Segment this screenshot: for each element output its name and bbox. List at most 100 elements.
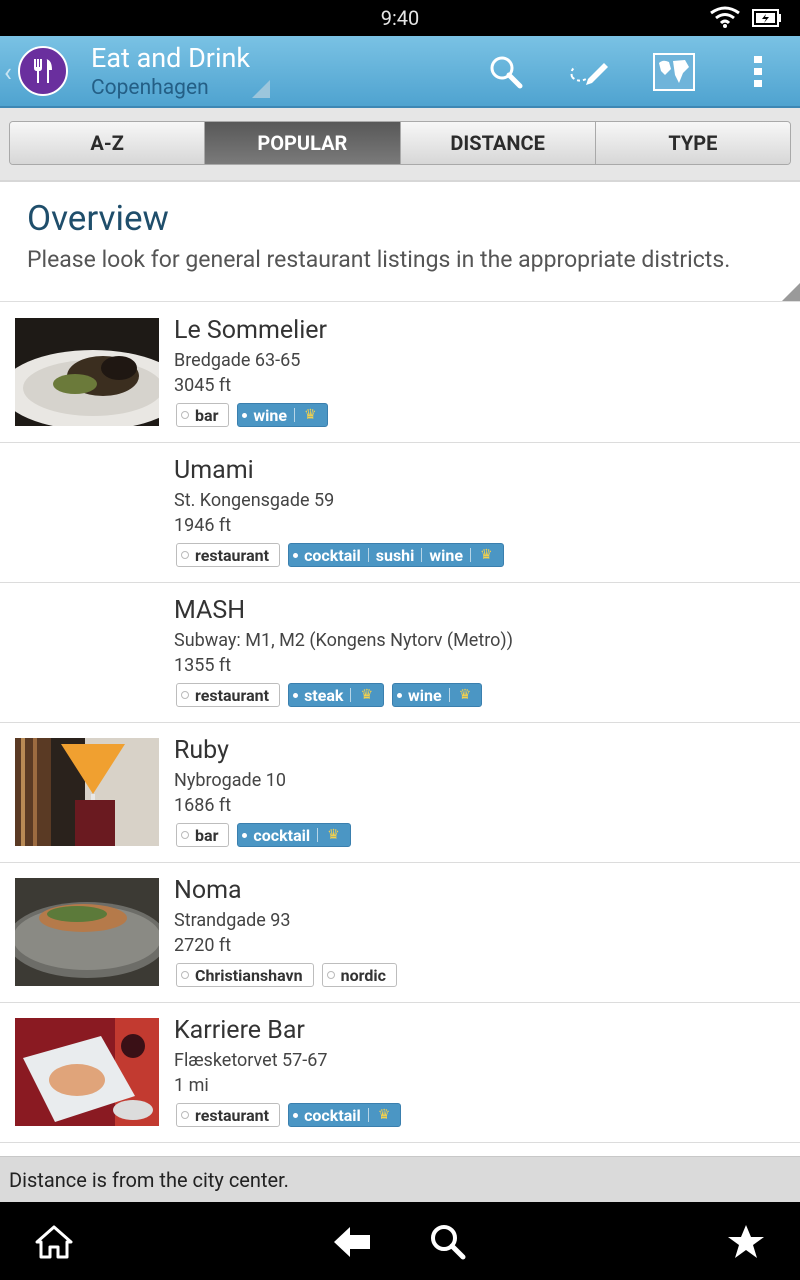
wifi-icon — [710, 6, 740, 32]
tab-distance[interactable]: DISTANCE — [400, 122, 596, 164]
listing-tags: restaurant steak ♛ wine ♛ — [176, 683, 483, 707]
listing-tags: restaurant cocktail ♛ — [176, 1103, 402, 1127]
restaurant-app-icon[interactable] — [18, 46, 68, 96]
tag-label: restaurant — [195, 545, 270, 565]
back-icon[interactable] — [330, 1220, 374, 1264]
tag-label: wine — [408, 685, 442, 705]
distance-note-text: Distance is from the city center. — [9, 1168, 289, 1192]
bottom-nav-bar — [0, 1202, 800, 1280]
crown-icon: ♛ — [458, 687, 472, 703]
page-title: Eat and Drink — [91, 42, 251, 74]
tag-label: restaurant — [195, 685, 270, 705]
search-icon[interactable] — [426, 1220, 470, 1264]
listing-photo — [15, 1018, 159, 1126]
tab-popular[interactable]: POPULAR — [205, 122, 401, 164]
listing-tags: Christianshavn nordic — [176, 963, 397, 987]
listing-name: Ruby — [174, 736, 229, 765]
overflow-menu-icon[interactable] — [736, 50, 780, 94]
listing-address: Subway: M1, M2 (Kongens Nytorv (Metro)) — [174, 630, 513, 651]
restaurant-list: Le Sommelier Bredgade 63-65 3045 ft bar … — [0, 303, 800, 1143]
tag-christianshavn: Christianshavn — [176, 963, 314, 987]
tab-a-z[interactable]: A-Z — [10, 122, 206, 164]
listing-distance: 1686 ft — [174, 795, 232, 816]
tag-wine: wine ♛ — [237, 403, 328, 427]
listing-name: MASH — [174, 596, 246, 625]
tab-type[interactable]: TYPE — [595, 122, 790, 164]
listing-distance: 3045 ft — [174, 375, 232, 396]
tag-label: restaurant — [195, 1105, 270, 1125]
listing-distance: 2720 ft — [174, 935, 232, 956]
up-caret-icon[interactable]: ‹ — [4, 58, 12, 88]
tag-label: wine — [429, 545, 463, 565]
tag-label: cocktail — [253, 825, 311, 845]
overview-text: Please look for general restaurant listi… — [27, 246, 731, 273]
tag-label: steak — [304, 685, 344, 705]
listing-distance: 1 mi — [174, 1075, 209, 1096]
battery-icon — [752, 9, 782, 31]
listing-address: Nybrogade 10 — [174, 770, 286, 791]
tag-label: cocktail — [304, 1105, 361, 1125]
tag-cocktail: cocktail ♛ — [288, 1103, 402, 1127]
tag-label: nordic — [340, 965, 386, 985]
location-spinner[interactable]: Copenhagen — [91, 76, 209, 100]
tag-label: wine — [253, 405, 288, 425]
crown-icon: ♛ — [377, 1107, 391, 1123]
crown-icon: ♛ — [360, 687, 374, 703]
expand-corner-icon — [782, 283, 800, 301]
listing-distance: 1355 ft — [174, 655, 232, 676]
crown-icon: ♛ — [479, 547, 493, 563]
status-time: 9:40 — [380, 6, 420, 30]
tag-bar: bar — [176, 823, 230, 847]
tag-steak: steak ♛ — [288, 683, 385, 707]
listing-address: St. Kongensgade 59 — [174, 490, 335, 511]
listing-tags: bar wine ♛ — [176, 403, 328, 427]
listing-name: Umami — [174, 456, 254, 485]
listing-address: Bredgade 63-65 — [174, 350, 301, 371]
status-bar: 9:40 — [0, 0, 800, 36]
edit-icon[interactable] — [568, 50, 612, 94]
listing-photo — [15, 318, 159, 426]
list-item[interactable]: Umami St. Kongensgade 59 1946 ft restaur… — [0, 443, 800, 583]
list-item[interactable]: Ruby Nybrogade 10 1686 ft bar cocktail ♛ — [0, 723, 800, 863]
spinner-arrow-icon[interactable] — [252, 80, 270, 98]
listing-name: Noma — [174, 876, 242, 905]
sort-tabs: A-Z POPULAR DISTANCE TYPE — [9, 121, 791, 165]
listing-photo — [15, 738, 159, 846]
tag-wine: wine ♛ — [392, 683, 483, 707]
listing-name: Karriere Bar — [174, 1016, 305, 1045]
listing-address: Flæsketorvet 57-67 — [174, 1050, 328, 1071]
search-icon[interactable] — [484, 50, 528, 94]
overview-section[interactable]: Overview Please look for general restaur… — [0, 180, 800, 302]
list-item[interactable]: Noma Strandgade 93 2720 ft Christianshav… — [0, 863, 800, 1003]
listing-tags: restaurant cocktail sushi wine ♛ — [176, 543, 504, 567]
sort-tabs-bar: A-Z POPULAR DISTANCE TYPE — [0, 108, 800, 180]
tag-label: sushi — [375, 545, 415, 565]
crown-icon: ♛ — [327, 827, 340, 843]
action-bar: ‹ Eat and Drink Copenhagen — [0, 36, 800, 108]
listing-photo — [15, 878, 159, 986]
listing-name: Le Sommelier — [174, 316, 328, 345]
overview-title: Overview — [27, 198, 169, 239]
list-item[interactable]: MASH Subway: M1, M2 (Kongens Nytorv (Met… — [0, 583, 800, 723]
favorites-star-icon[interactable] — [724, 1220, 768, 1264]
tag-label: bar — [195, 405, 219, 425]
crown-icon: ♛ — [304, 407, 317, 423]
tag-restaurant: restaurant — [176, 1103, 281, 1127]
tag-restaurant: restaurant — [176, 683, 281, 707]
tag-drinks: cocktail sushi wine ♛ — [288, 543, 504, 567]
listing-distance: 1946 ft — [174, 515, 232, 536]
listing-address: Strandgade 93 — [174, 910, 291, 931]
tag-cocktail: cocktail ♛ — [237, 823, 351, 847]
list-item[interactable]: Le Sommelier Bredgade 63-65 3045 ft bar … — [0, 303, 800, 443]
list-item[interactable]: Karriere Bar Flæsketorvet 57-67 1 mi res… — [0, 1003, 800, 1143]
listing-tags: bar cocktail ♛ — [176, 823, 351, 847]
tag-label: bar — [195, 825, 219, 845]
map-icon[interactable] — [652, 50, 696, 94]
distance-note: Distance is from the city center. — [0, 1156, 800, 1202]
tag-label: cocktail — [304, 545, 361, 565]
tag-label: Christianshavn — [195, 965, 303, 985]
tag-bar: bar — [176, 403, 230, 427]
home-icon[interactable] — [32, 1220, 76, 1264]
tag-restaurant: restaurant — [176, 543, 281, 567]
tag-nordic: nordic — [321, 963, 397, 987]
